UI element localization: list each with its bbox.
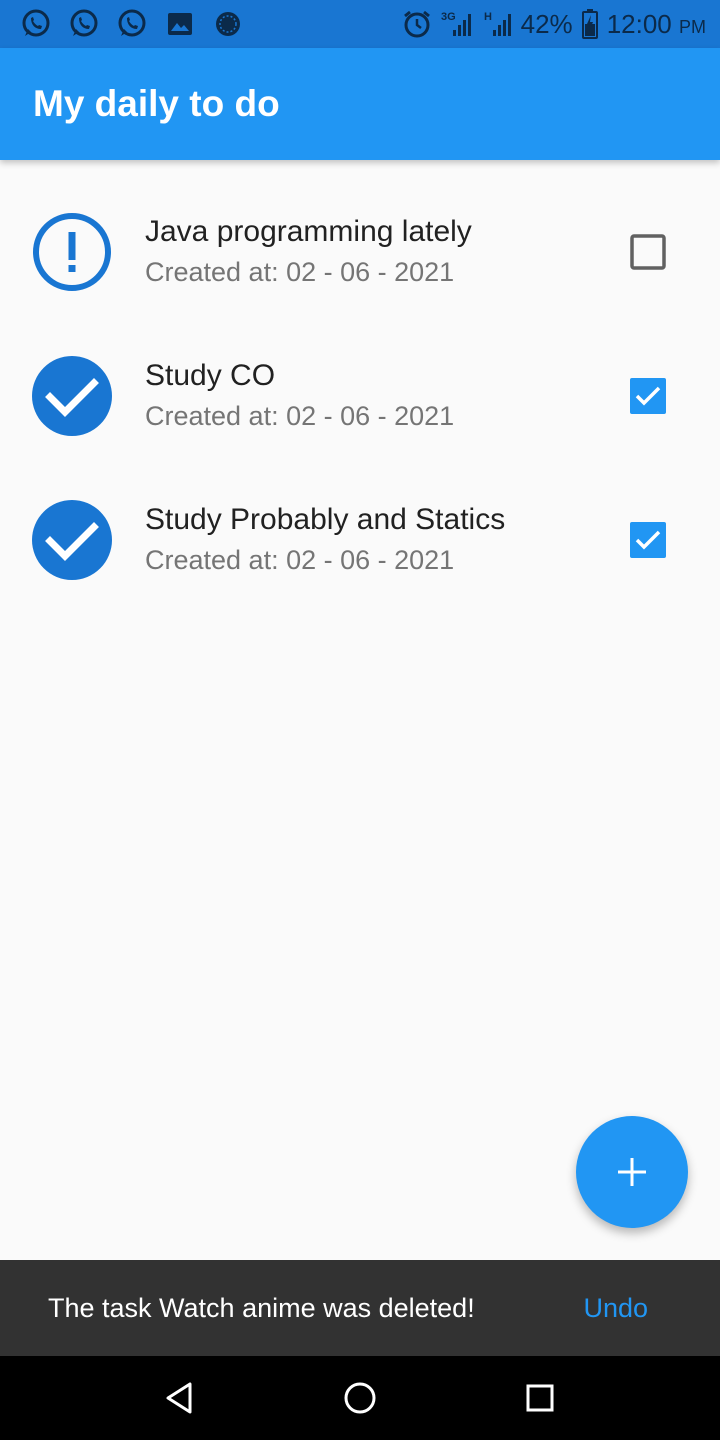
clock-time: 12:00 <box>606 8 672 39</box>
system-nav-bar <box>0 1356 720 1440</box>
clock-ampm: PM <box>679 16 706 37</box>
task-title: Study CO <box>145 359 276 392</box>
status-indicators: 3G H 42% 12:00 PM <box>401 6 706 42</box>
recents-icon[interactable] <box>520 1378 560 1418</box>
alert-icon <box>33 213 111 291</box>
app-bar: My daily to do <box>0 48 720 160</box>
task-title: Study Probably and Statics <box>145 503 506 536</box>
task-created-date: Created at: 02 - 06 - 2021 <box>145 257 455 287</box>
snackbar-message: The task Watch anime was deleted! <box>48 1293 475 1323</box>
gallery-icon <box>168 13 192 35</box>
task-title: Java programming lately <box>145 215 472 248</box>
app-icon <box>216 12 240 36</box>
signal-h-icon: H <box>484 11 511 36</box>
checkbox-unchecked[interactable] <box>630 234 666 270</box>
clock: 12:00 PM <box>607 9 706 40</box>
home-icon[interactable] <box>340 1378 380 1418</box>
status-bar: 3G H 42% 12:00 PM <box>0 0 720 48</box>
battery-percent: 42% <box>520 8 573 39</box>
network-1-label: 3G <box>441 11 456 23</box>
battery-icon <box>581 9 598 39</box>
list-item[interactable]: Java programming lately Created at: 02 -… <box>0 180 720 324</box>
whatsapp-icon <box>118 9 146 37</box>
add-task-button[interactable] <box>576 1116 688 1228</box>
check-circle-icon <box>32 356 112 436</box>
checkbox-checked[interactable] <box>630 522 666 558</box>
network-2-label: H <box>484 11 492 23</box>
check-circle-icon <box>32 500 112 580</box>
list-item[interactable]: Study CO Created at: 02 - 06 - 2021 <box>0 324 720 468</box>
task-created-date: Created at: 02 - 06 - 2021 <box>145 401 455 431</box>
signal-3g-icon: 3G <box>441 11 471 36</box>
whatsapp-icon <box>22 9 50 37</box>
alarm-icon <box>403 10 430 38</box>
plus-icon <box>618 1158 646 1186</box>
notification-icons <box>20 8 244 40</box>
task-list: Java programming lately Created at: 02 -… <box>0 180 720 612</box>
snackbar: The task Watch anime was deleted! Undo <box>0 1260 720 1356</box>
task-created-date: Created at: 02 - 06 - 2021 <box>145 545 455 575</box>
page-title: My daily to do <box>33 83 280 124</box>
list-item[interactable]: Study Probably and Statics Created at: 0… <box>0 468 720 612</box>
back-icon[interactable] <box>160 1378 200 1418</box>
undo-button[interactable]: Undo <box>583 1290 648 1326</box>
checkbox-checked[interactable] <box>630 378 666 414</box>
whatsapp-icon <box>70 9 98 37</box>
